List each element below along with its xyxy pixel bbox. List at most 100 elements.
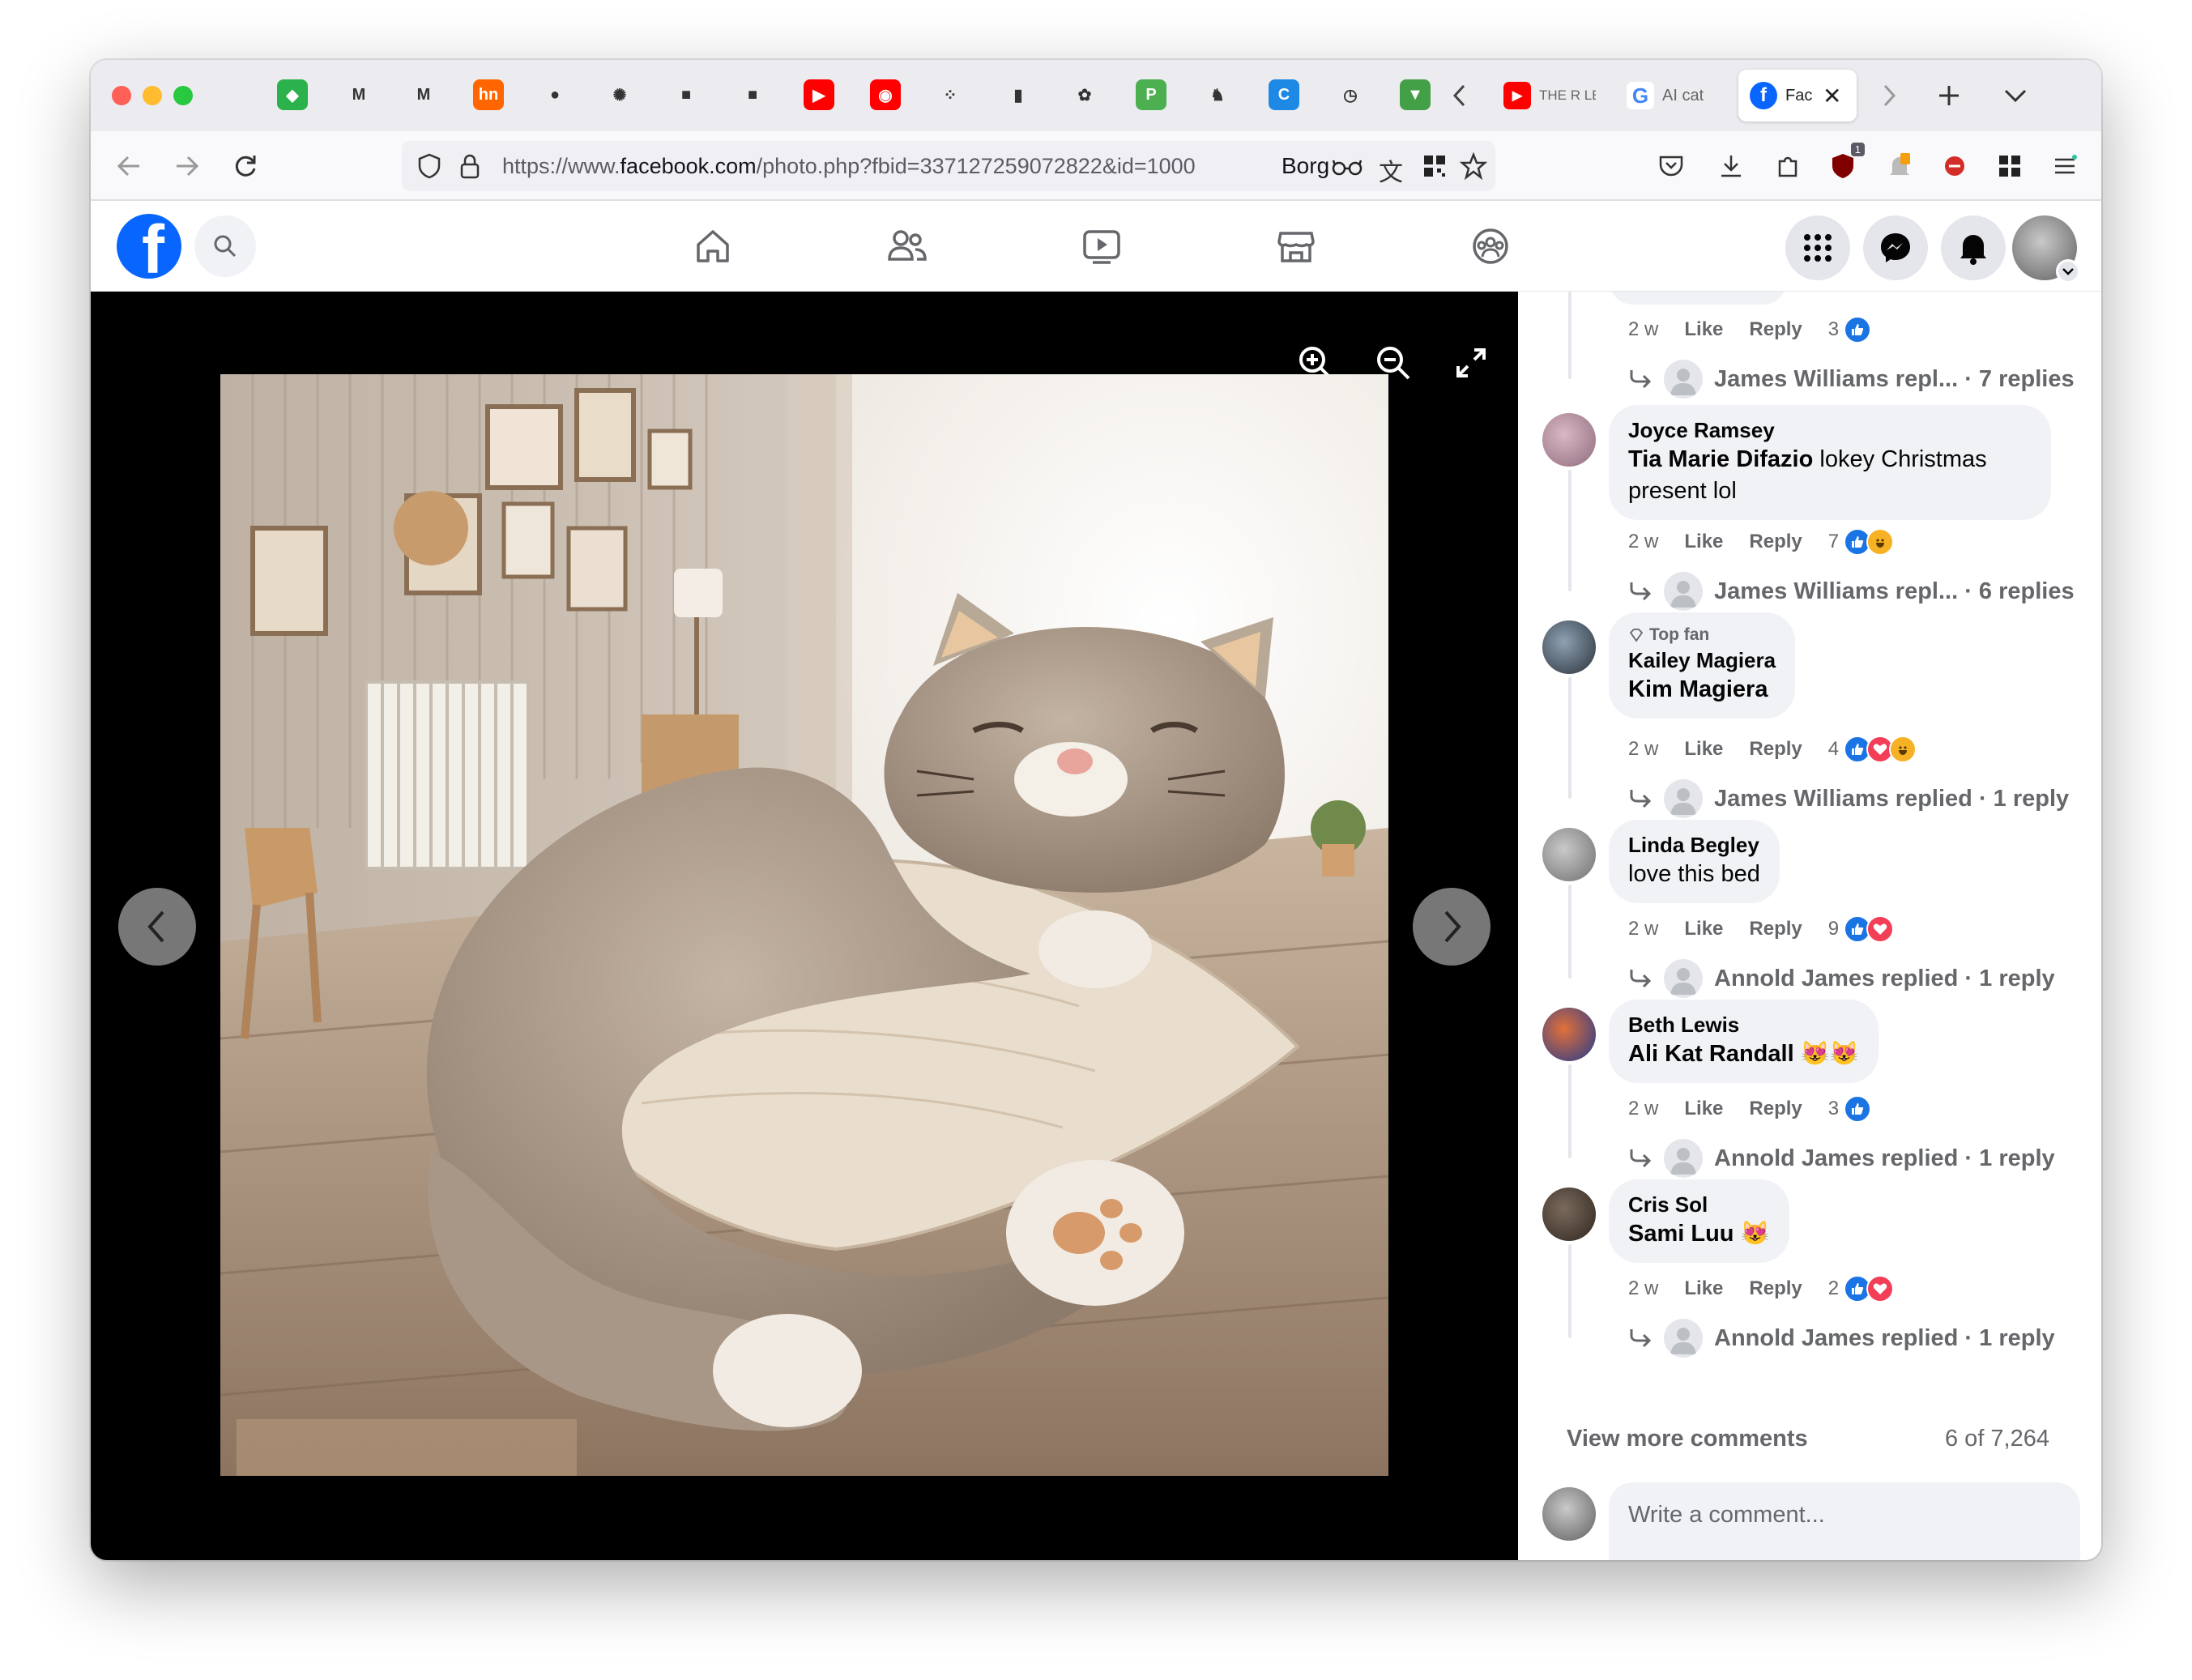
tabs-scroll-right-button[interactable] — [1873, 79, 1905, 112]
comment-timestamp[interactable]: 2 w — [1628, 1277, 1658, 1300]
view-replies-link[interactable]: James Williams repl... · 6 replies — [1628, 572, 2075, 611]
reply-button[interactable]: Reply — [1749, 531, 1802, 553]
comment-timestamp[interactable]: 2 w — [1628, 738, 1658, 761]
url-bar[interactable]: https://www.facebook.com/photo.php?fbid=… — [402, 141, 1495, 191]
view-replies-link[interactable]: Annold James replied · 1 reply — [1628, 1319, 2055, 1358]
commenter-name[interactable]: Kailey Magiera — [1628, 646, 1776, 674]
reply-button[interactable]: Reply — [1749, 738, 1802, 761]
friends-nav-button[interactable] — [883, 222, 932, 271]
pocket-icon[interactable] — [1653, 147, 1690, 185]
mention-link[interactable]: Sami Luu — [1628, 1221, 1734, 1247]
view-replies-link[interactable]: James Williams repl... · 7 replies — [1628, 360, 2075, 399]
search-button[interactable] — [194, 215, 256, 277]
groups-nav-button[interactable] — [1466, 222, 1515, 271]
commenter-avatar[interactable] — [1542, 828, 1596, 881]
messenger-button[interactable] — [1863, 215, 1928, 280]
hackernews-icon[interactable]: hn — [473, 79, 504, 110]
camel-icon[interactable]: ♞ — [1202, 79, 1233, 110]
view-replies-link[interactable]: James Williams replied · 1 reply — [1628, 779, 2069, 818]
reaction-summary[interactable]: 2 — [1828, 1275, 1895, 1303]
like-button[interactable]: Like — [1684, 738, 1723, 761]
notifications-button[interactable] — [1941, 215, 2006, 280]
fullscreen-button[interactable] — [1445, 337, 1497, 389]
close-window-button[interactable] — [112, 86, 131, 105]
reply-button[interactable]: Reply — [1749, 318, 1802, 341]
commenter-avatar[interactable] — [1542, 1188, 1596, 1241]
menu-button[interactable] — [1785, 215, 1850, 280]
reaction-summary[interactable]: 3 — [1828, 1095, 1872, 1123]
facebook-logo-icon[interactable]: f — [117, 214, 181, 279]
feedly-icon[interactable]: ◆ — [277, 79, 308, 110]
new-tab-button[interactable] — [1933, 79, 1965, 112]
previous-photo-button[interactable] — [118, 888, 196, 966]
bookmark-star-icon[interactable] — [1459, 151, 1488, 184]
openai-icon[interactable]: ✺ — [604, 79, 635, 110]
commenter-avatar[interactable] — [1542, 1008, 1596, 1061]
comment-timestamp[interactable]: 2 w — [1628, 918, 1658, 940]
commenter-name[interactable]: Joyce Ramsey — [1628, 416, 2032, 444]
reply-button[interactable]: Reply — [1749, 1277, 1802, 1300]
like-button[interactable]: Like — [1684, 531, 1723, 553]
apps-extension-icon[interactable] — [1991, 147, 2028, 185]
watch-nav-button[interactable] — [1077, 222, 1126, 271]
github-icon[interactable]: ● — [539, 79, 570, 110]
reply-button[interactable]: Reply — [1749, 918, 1802, 940]
reaction-summary[interactable]: 4 — [1828, 736, 1917, 763]
like-button[interactable]: Like — [1684, 918, 1723, 940]
lastpass-icon[interactable] — [1936, 147, 1973, 185]
gmail-icon[interactable]: M — [343, 79, 374, 110]
comment-timestamp[interactable]: 2 w — [1628, 1098, 1658, 1120]
reaction-summary[interactable]: 7 — [1828, 528, 1895, 556]
settings-flower-icon[interactable]: ✿ — [1069, 79, 1100, 110]
like-button[interactable]: Like — [1684, 318, 1723, 341]
like-button[interactable]: Like — [1684, 1098, 1723, 1120]
shopping-bag-icon[interactable]: ▮ — [1003, 79, 1034, 110]
mention-link[interactable]: Ali Kat Randall — [1628, 1041, 1794, 1067]
forward-button[interactable] — [168, 147, 206, 185]
notification-extension-icon[interactable] — [1881, 147, 1918, 185]
tabs-scroll-left-button[interactable] — [1444, 79, 1476, 112]
clock-icon[interactable]: ◷ — [1335, 79, 1366, 110]
c-icon[interactable]: C — [1269, 79, 1299, 110]
tab-lecture[interactable]: ▶ THE R LECTUR — [1492, 70, 1614, 122]
back-button[interactable] — [110, 147, 147, 185]
qr-code-icon[interactable] — [1422, 154, 1447, 182]
commenter-name[interactable]: Linda Begley — [1628, 831, 1760, 859]
cube-icon[interactable]: ■ — [671, 79, 702, 110]
commenter-name[interactable]: Cris Sol — [1628, 1191, 1770, 1218]
view-replies-link[interactable]: Annold James replied · 1 reply — [1628, 1139, 2055, 1178]
tab-ai-cat[interactable]: G AI cat — [1615, 70, 1737, 122]
zoom-window-button[interactable] — [173, 86, 193, 105]
view-more-comments-link[interactable]: View more comments — [1567, 1426, 1808, 1452]
list-all-tabs-button[interactable] — [1999, 79, 2032, 112]
pushbullet-icon[interactable]: P — [1136, 79, 1166, 110]
commenter-avatar[interactable] — [1542, 413, 1596, 467]
view-replies-link[interactable]: Annold James replied · 1 reply — [1628, 959, 2055, 998]
downloads-icon[interactable] — [1712, 147, 1750, 185]
mention-link[interactable]: Kim Magiera — [1628, 676, 1768, 702]
reload-button[interactable] — [227, 147, 264, 185]
mention-link[interactable]: Tia Marie Difazio — [1628, 446, 1813, 472]
home-nav-button[interactable] — [689, 222, 737, 271]
menu-icon[interactable] — [2046, 147, 2083, 185]
apps-grid-icon[interactable]: ⁘ — [935, 79, 966, 110]
gmail-icon-2[interactable]: M — [408, 79, 439, 110]
lock-icon[interactable] — [458, 152, 481, 184]
reader-glasses-icon[interactable] — [1332, 157, 1363, 181]
marketplace-nav-button[interactable] — [1272, 222, 1320, 271]
next-photo-button[interactable] — [1413, 888, 1490, 966]
ublock-icon[interactable]: 1 — [1824, 143, 1865, 185]
minimize-window-button[interactable] — [143, 86, 162, 105]
comment-timestamp[interactable]: 2 w — [1628, 531, 1658, 553]
tracking-protection-icon[interactable] — [416, 152, 442, 184]
reaction-summary[interactable]: 3 — [1828, 316, 1872, 343]
youtube-music-icon[interactable]: ◉ — [870, 79, 901, 110]
comment-input[interactable] — [1628, 1497, 2049, 1533]
cube-icon-2[interactable]: ■ — [737, 79, 768, 110]
url-text[interactable]: https://www.facebook.com/photo.php?fbid=… — [502, 154, 1264, 179]
reaction-summary[interactable]: 9 — [1828, 915, 1895, 943]
borg-extension-label[interactable]: Borg — [1282, 153, 1329, 179]
commenter-avatar[interactable] — [1542, 620, 1596, 674]
reply-button[interactable]: Reply — [1749, 1098, 1802, 1120]
youtube-icon[interactable]: ▶ — [804, 79, 834, 110]
